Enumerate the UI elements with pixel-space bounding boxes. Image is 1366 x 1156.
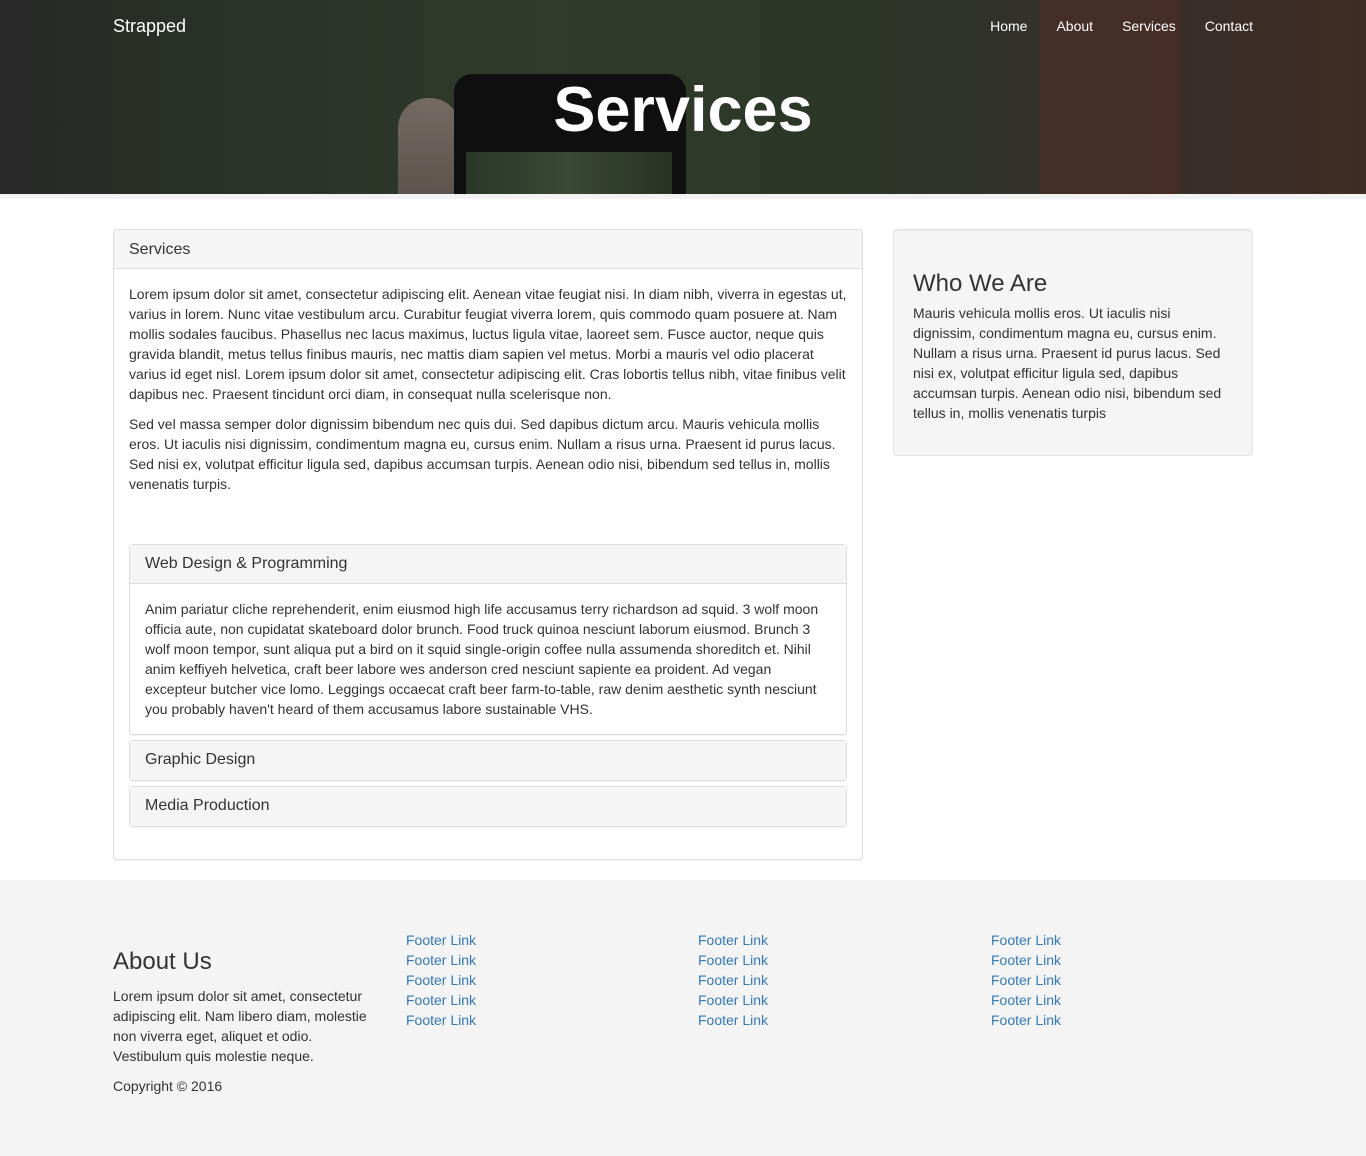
nav-services-link[interactable]: Services <box>1122 16 1176 36</box>
accordion-toggle-media-production[interactable]: Media Production <box>130 787 846 826</box>
accordion-toggle-web-design[interactable]: Web Design & Programming <box>130 545 846 584</box>
footer-link[interactable]: Footer Link <box>698 970 960 990</box>
footer-link[interactable]: Footer Link <box>698 1010 960 1030</box>
footer: About Us Lorem ipsum dolor sit amet, con… <box>0 880 1366 1156</box>
footer-link[interactable]: Footer Link <box>406 950 668 970</box>
services-accordion: Web Design & Programming Anim pariatur c… <box>129 544 847 832</box>
services-paragraph: Sed vel massa semper dolor dignissim bib… <box>129 416 836 492</box>
footer-link[interactable]: Footer Link <box>698 990 960 1010</box>
services-panel-body: Lorem ipsum dolor sit amet, consectetur … <box>114 269 862 494</box>
navbar: Strapped Home About Services Contact <box>113 0 1253 52</box>
footer-links-column-3: Footer Link Footer Link Footer Link Foot… <box>991 930 1253 1030</box>
footer-about: About Us Lorem ipsum dolor sit amet, con… <box>113 948 375 1106</box>
sidebar-text: Mauris vehicula mollis eros. Ut iaculis … <box>913 305 1222 421</box>
who-we-are-sidebar: Who We Are Mauris vehicula mollis eros. … <box>893 229 1253 456</box>
footer-link[interactable]: Footer Link <box>698 930 960 950</box>
hero-banner: Strapped Home About Services Contact Ser… <box>0 0 1366 194</box>
page-title-text: Services <box>553 75 813 145</box>
footer-link[interactable]: Footer Link <box>991 950 1253 970</box>
accordion-item-media-production: Media Production <box>129 786 847 827</box>
nav-home-link[interactable]: Home <box>990 16 1027 36</box>
accordion-item-graphic-design: Graphic Design <box>129 740 847 781</box>
nav-about-link[interactable]: About <box>1056 16 1093 36</box>
footer-link[interactable]: Footer Link <box>406 990 668 1010</box>
nav-contact-link[interactable]: Contact <box>1205 16 1253 36</box>
footer-about-text: Lorem ipsum dolor sit amet, consectetur … <box>113 988 367 1064</box>
footer-link[interactable]: Footer Link <box>406 930 668 950</box>
footer-link[interactable]: Footer Link <box>698 950 960 970</box>
services-paragraph: Lorem ipsum dolor sit amet, consectetur … <box>129 286 847 402</box>
footer-about-title: About Us <box>113 948 212 975</box>
footer-link[interactable]: Footer Link <box>991 1010 1253 1030</box>
nav-links: Home About Services Contact <box>961 16 1253 36</box>
footer-link[interactable]: Footer Link <box>991 930 1253 950</box>
footer-links-column-2: Footer Link Footer Link Footer Link Foot… <box>698 930 960 1030</box>
footer-link[interactable]: Footer Link <box>406 970 668 990</box>
accordion-body-web-design: Anim pariatur cliche reprehenderit, enim… <box>145 601 819 717</box>
services-panel: Services Lorem ipsum dolor sit amet, con… <box>113 229 863 860</box>
footer-links-column-1: Footer Link Footer Link Footer Link Foot… <box>406 930 668 1030</box>
accordion-toggle-graphic-design[interactable]: Graphic Design <box>130 741 846 780</box>
services-panel-heading: Services <box>114 230 862 269</box>
footer-link[interactable]: Footer Link <box>991 990 1253 1010</box>
hero-divider <box>0 194 1366 199</box>
sidebar-title: Who We Are <box>913 270 1048 297</box>
footer-link[interactable]: Footer Link <box>991 970 1253 990</box>
footer-copyright: Copyright © 2016 <box>113 1078 223 1094</box>
footer-link[interactable]: Footer Link <box>406 1010 668 1030</box>
brand-logo[interactable]: Strapped <box>113 15 186 37</box>
accordion-item-web-design: Web Design & Programming Anim pariatur c… <box>129 544 847 735</box>
page-title: Services <box>0 72 1366 148</box>
